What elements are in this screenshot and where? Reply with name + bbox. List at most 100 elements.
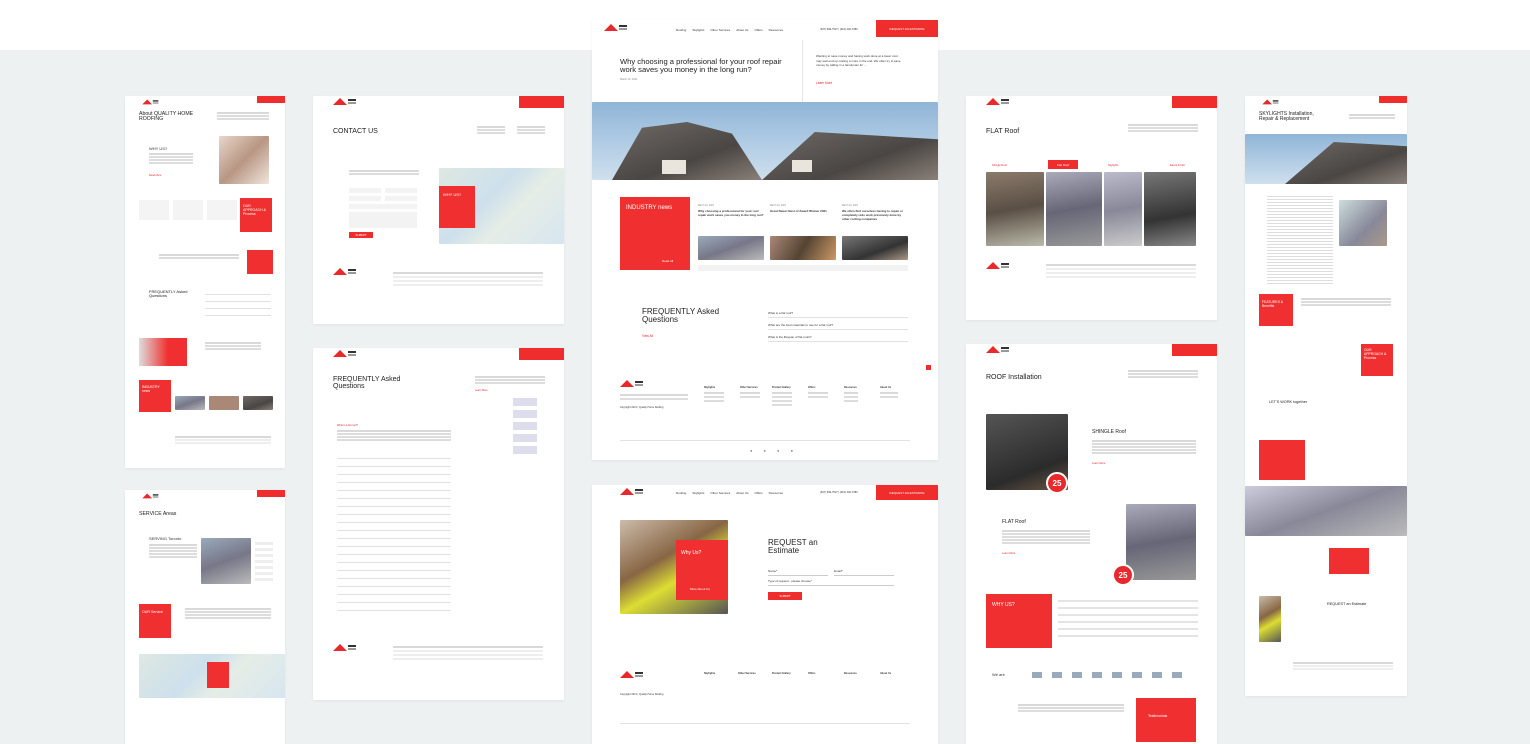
- contact-email-field[interactable]: [349, 196, 381, 201]
- faq-question-2[interactable]: What are the best materials to use for a…: [768, 323, 833, 327]
- estimate-nav-offers[interactable]: Offers: [755, 491, 763, 495]
- faq-logo-icon[interactable]: [333, 350, 356, 360]
- flat-cta-button[interactable]: [1172, 96, 1217, 108]
- news-photo-1[interactable]: [698, 236, 764, 260]
- estimate-cta-button[interactable]: REQUEST AN ESTIMATE: [876, 485, 938, 500]
- flat-install-photo: [1126, 504, 1196, 580]
- contact-footer-logo-icon[interactable]: [333, 268, 356, 278]
- read-all-link[interactable]: Read All: [662, 259, 673, 263]
- testimonials-box: Testimonials: [1136, 698, 1196, 742]
- estimate-footer-col-5[interactable]: Resources: [844, 672, 857, 675]
- footer-col-3[interactable]: Product Gallery: [772, 386, 791, 389]
- request-type-select[interactable]: Type of request - please choose*: [768, 579, 894, 586]
- install-why-box: WHY US?: [986, 594, 1052, 648]
- contact-name-field[interactable]: [349, 188, 381, 193]
- contact-logo-icon[interactable]: [333, 98, 356, 108]
- estimate-nav-roofing[interactable]: Roofing: [676, 491, 686, 495]
- flat-tab-skylights[interactable]: Skylights: [1108, 164, 1118, 167]
- estimate-submit-button[interactable]: SUBMIT: [768, 592, 802, 600]
- contact-last-field[interactable]: [385, 188, 417, 193]
- estimate-logo-icon[interactable]: [620, 488, 643, 498]
- faq-footer-logo-icon[interactable]: [333, 644, 356, 654]
- estimate-footer-col-4[interactable]: Offers: [808, 672, 815, 675]
- estimate-nav-skylights[interactable]: Skylights: [692, 491, 704, 495]
- nav-about[interactable]: About Us: [736, 28, 748, 32]
- social-icons[interactable]: ● ● ● ●: [750, 448, 798, 453]
- faqpage-title: FREQUENTLY Asked Questions: [333, 376, 401, 391]
- request-estimate-button[interactable]: REQUEST AN ESTIMATE: [876, 20, 938, 37]
- estimate-footer-col-1[interactable]: Skylights: [704, 672, 715, 675]
- faq-row-1[interactable]: [337, 458, 451, 459]
- about-cta-button[interactable]: [257, 96, 285, 103]
- nav-other-services[interactable]: Other Services: [710, 28, 730, 32]
- estimate-nav-about[interactable]: About Us: [736, 491, 748, 495]
- estimate-nav-other[interactable]: Other Services: [710, 491, 730, 495]
- news-title-3[interactable]: We often find ourselves having to repair…: [842, 209, 908, 222]
- about-step-1: [139, 200, 169, 220]
- service-logo-icon[interactable]: [142, 493, 159, 501]
- flat-tab-flat[interactable]: Flat Roof: [1048, 160, 1078, 169]
- flat-photo-2: [1046, 172, 1102, 246]
- testimonial-text: [1018, 704, 1124, 706]
- estimate-footer-logo-icon[interactable]: [620, 671, 643, 681]
- news-title-1[interactable]: Why choosing a professional for your roo…: [698, 209, 764, 218]
- article-date: March 10, 2021: [620, 78, 638, 81]
- footer-links-3: [772, 392, 792, 394]
- shingle-learn-more[interactable]: Learn More: [1092, 462, 1105, 465]
- flat-tab-eaves[interactable]: Eaves & Flat: [1170, 164, 1185, 167]
- install-cta-button[interactable]: [1172, 344, 1217, 356]
- news-title-2[interactable]: Great News! Best of Award Winner 2021: [770, 209, 836, 214]
- news-photo-2[interactable]: [770, 236, 836, 260]
- footer-col-1[interactable]: Skylights: [704, 386, 715, 389]
- scroll-top-button[interactable]: [926, 365, 931, 370]
- estimate-nav-resources[interactable]: Resources: [769, 491, 783, 495]
- flat-tab-shingle[interactable]: Shingle Roof: [992, 164, 1007, 167]
- sky-cta-button[interactable]: [1379, 96, 1407, 103]
- contact-cta-button[interactable]: [519, 96, 564, 108]
- footer-col-2[interactable]: Other Services: [740, 386, 758, 389]
- footer-logo-icon[interactable]: [620, 380, 643, 390]
- service-cta-button[interactable]: [257, 490, 285, 497]
- flat-learn-more[interactable]: Learn More: [1002, 552, 1015, 555]
- install-title: ROOF Installation: [986, 374, 1042, 381]
- footer-col-5[interactable]: Resources: [844, 386, 857, 389]
- nav-offers[interactable]: Offers: [755, 28, 763, 32]
- site-logo-icon[interactable]: [604, 24, 627, 34]
- nav-resources[interactable]: Resources: [769, 28, 783, 32]
- faq-cta-button[interactable]: [519, 348, 564, 360]
- faqpage-learn-more[interactable]: Learn More: [475, 389, 488, 392]
- contact-type-select[interactable]: [349, 204, 417, 209]
- contact-message-field[interactable]: [349, 212, 417, 228]
- nav-roofing[interactable]: Roofing: [676, 28, 686, 32]
- faq-question-3[interactable]: What is the lifespan of flat roofs?: [768, 335, 812, 339]
- name-field[interactable]: Name*: [768, 569, 828, 576]
- footer-links-1: [704, 392, 724, 394]
- estimate-footer-col-3[interactable]: Product Gallery: [772, 672, 791, 675]
- flat-logo-icon[interactable]: [986, 98, 1009, 108]
- flat-footer-logo-icon[interactable]: [986, 262, 1009, 272]
- contact-phone-field[interactable]: [385, 196, 417, 201]
- more-about-link[interactable]: More About Us: [690, 587, 710, 591]
- blog-page-card: Roofing Skylights Other Services About U…: [592, 20, 938, 460]
- contact-submit-button[interactable]: SUBMIT: [349, 232, 373, 238]
- footer-col-4[interactable]: Offers: [808, 386, 815, 389]
- footer-col-6[interactable]: About Us: [880, 386, 891, 389]
- faq-view-all-link[interactable]: View All: [642, 334, 653, 338]
- nav-phone[interactable]: (647) 699-7527 | (416) 292-7383: [820, 28, 858, 31]
- faq-title: FREQUENTLY Asked Questions: [642, 307, 720, 325]
- sky-logo-icon[interactable]: [1262, 99, 1279, 107]
- faqpage-intro: [475, 376, 545, 378]
- faqpage-first-question[interactable]: What is a flat roof?: [337, 424, 358, 427]
- news-photo-3[interactable]: [842, 236, 908, 260]
- estimate-footer-col-6[interactable]: About Us: [880, 672, 891, 675]
- estimate-copyright: Copyright 2021 | Quality Home Roofing: [620, 693, 664, 696]
- learn-more-link[interactable]: Learn More: [816, 81, 832, 85]
- estimate-nav-phone[interactable]: (647) 699-7527 | (416) 292-7383: [820, 491, 858, 494]
- estimate-footer-col-2[interactable]: Other Services: [738, 672, 756, 675]
- nav-skylights[interactable]: Skylights: [692, 28, 704, 32]
- install-logo-icon[interactable]: [986, 346, 1009, 356]
- about-read-more[interactable]: Read More: [149, 174, 161, 177]
- email-field[interactable]: Email*: [834, 569, 894, 576]
- about-logo-icon[interactable]: [142, 99, 159, 107]
- faq-question-1[interactable]: What is a flat roof?: [768, 311, 793, 315]
